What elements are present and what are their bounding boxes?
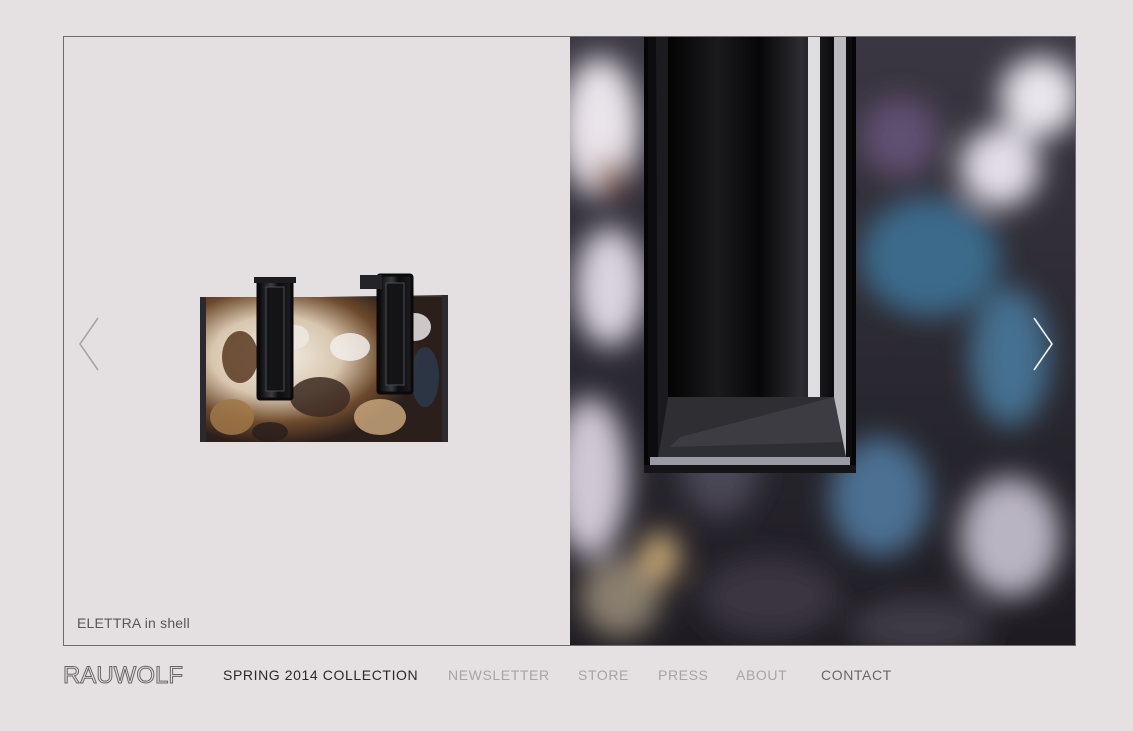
svg-text:RAUWOLF: RAUWOLF (63, 662, 183, 687)
product-image-panel: ELETTRA in shell (64, 37, 569, 645)
nav-press[interactable]: PRESS (658, 667, 708, 683)
chevron-right-icon (1033, 317, 1053, 371)
previous-slide-arrow[interactable] (76, 316, 102, 372)
site-footer-nav: RAUWOLF SPRING 2014 COLLECTION NEWSLETTE… (63, 660, 1074, 690)
nav-newsletter[interactable]: NEWSLETTER (448, 667, 550, 683)
rauwolf-logo[interactable]: RAUWOLF (63, 661, 191, 690)
product-slideshow: ELETTRA in shell (63, 36, 1076, 646)
nav-contact[interactable]: CONTACT (821, 667, 892, 683)
clutch-product-image (200, 267, 450, 442)
next-slide-arrow[interactable] (1030, 316, 1056, 372)
nav-spring-2014-collection[interactable]: SPRING 2014 COLLECTION (223, 667, 418, 683)
detail-closeup-image (570, 37, 1075, 645)
chevron-left-icon (79, 317, 99, 371)
slide-caption: ELETTRA in shell (77, 615, 190, 631)
nav-about[interactable]: ABOUT (736, 667, 787, 683)
nav-store[interactable]: STORE (578, 667, 629, 683)
